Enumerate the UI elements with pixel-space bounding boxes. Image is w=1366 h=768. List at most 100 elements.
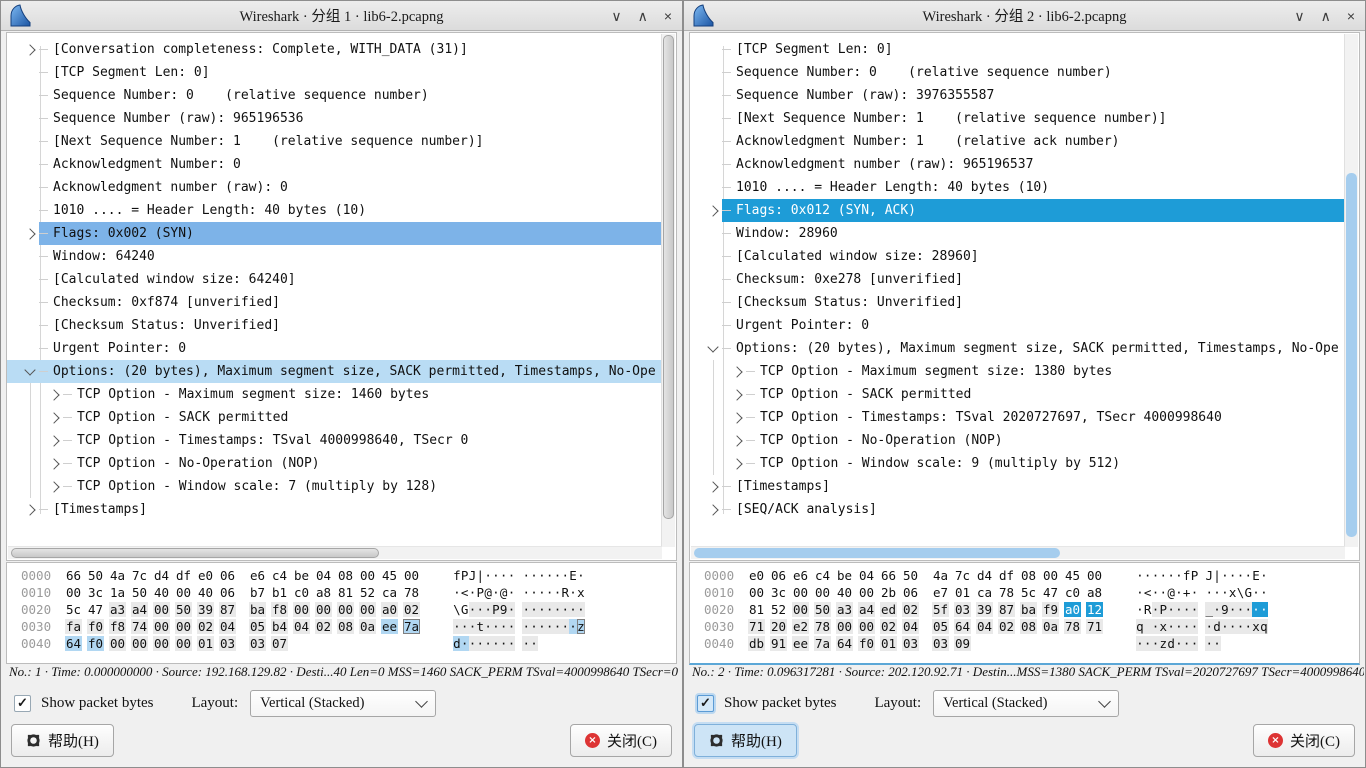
tree-row[interactable]: Checksum: 0xf874 [unverified] xyxy=(7,291,661,314)
tree-row[interactable]: TCP Option - SACK permitted xyxy=(690,383,1344,406)
hex-ascii-char[interactable]: · xyxy=(554,619,562,634)
expander-right-icon[interactable] xyxy=(728,429,746,452)
tree-row[interactable]: [Conversation completeness: Complete, WI… xyxy=(7,38,661,61)
hex-ascii-char[interactable]: x xyxy=(1229,585,1237,600)
hex-ascii-char[interactable]: d xyxy=(1213,619,1221,634)
hex-ascii-char[interactable]: · xyxy=(577,568,585,583)
hex-byte[interactable]: 81 xyxy=(337,585,354,600)
tree-row[interactable]: 1010 .... = Header Length: 40 bytes (10) xyxy=(690,176,1344,199)
expander-right-icon[interactable] xyxy=(21,222,39,245)
hex-byte[interactable]: 04 xyxy=(858,568,875,583)
hex-ascii-char[interactable]: · xyxy=(1152,636,1160,651)
hex-ascii-char[interactable]: · xyxy=(508,619,516,634)
expander-right-icon[interactable] xyxy=(45,406,63,429)
hex-byte[interactable]: 7a xyxy=(403,619,420,634)
hex-ascii-char[interactable]: · xyxy=(530,568,538,583)
close-window-icon[interactable]: × xyxy=(1347,9,1355,23)
hex-byte[interactable]: 08 xyxy=(337,619,354,634)
hex-ascii-char[interactable]: · xyxy=(546,602,554,617)
titlebar[interactable]: Wireshark · 分组 1 · lib6-2.pcapng ∨ ∧ × xyxy=(1,1,682,31)
hex-ascii-char[interactable]: · xyxy=(492,636,500,651)
hex-ascii-char[interactable]: · xyxy=(1213,585,1221,600)
tree-vertical-scrollbar[interactable] xyxy=(661,34,675,547)
expander-right-icon[interactable] xyxy=(728,383,746,406)
hex-byte[interactable]: 01 xyxy=(197,636,214,651)
hex-ascii-char[interactable]: · xyxy=(1191,636,1199,651)
hex-byte[interactable]: 00 xyxy=(293,602,310,617)
hex-ascii-char[interactable]: · xyxy=(508,602,516,617)
hex-ascii-char[interactable]: · xyxy=(522,568,530,583)
hex-ascii-char[interactable]: · xyxy=(1205,636,1213,651)
scrollbar-handle[interactable] xyxy=(663,35,674,519)
hex-ascii-char[interactable]: · xyxy=(530,636,538,651)
hex-byte[interactable]: 02 xyxy=(880,619,897,634)
hex-byte[interactable]: df xyxy=(998,568,1015,583)
hex-byte[interactable]: 00 xyxy=(315,602,332,617)
hex-byte[interactable]: 00 xyxy=(792,602,809,617)
minimize-icon[interactable]: ∨ xyxy=(1294,9,1304,23)
hex-ascii-char[interactable]: · xyxy=(1237,619,1245,634)
hex-byte[interactable]: 04 xyxy=(219,619,236,634)
hex-byte[interactable]: 78 xyxy=(1064,619,1081,634)
hex-ascii-char[interactable]: · xyxy=(1183,636,1191,651)
hex-ascii-char[interactable]: · xyxy=(538,619,546,634)
hex-ascii-char[interactable]: E xyxy=(1252,568,1260,583)
hex-byte[interactable]: 2b xyxy=(880,585,897,600)
hex-ascii-char[interactable]: + xyxy=(1183,585,1191,600)
tree-row[interactable]: Window: 64240 xyxy=(7,245,661,268)
tree-horizontal-scrollbar[interactable] xyxy=(8,546,662,559)
hex-ascii-char[interactable]: · xyxy=(1167,619,1175,634)
hex-byte[interactable]: 12 xyxy=(1086,602,1103,617)
hex-ascii-char[interactable]: @ xyxy=(1167,585,1175,600)
expander-right-icon[interactable] xyxy=(45,452,63,475)
tree-row[interactable]: [Checksum Status: Unverified] xyxy=(7,314,661,337)
hex-byte[interactable]: 03 xyxy=(932,636,949,651)
hex-ascii-char[interactable]: · xyxy=(1252,602,1260,617)
hex-byte[interactable]: 00 xyxy=(153,619,170,634)
hex-ascii-char[interactable]: · xyxy=(546,585,554,600)
hex-byte[interactable]: 00 xyxy=(109,636,126,651)
hex-byte[interactable]: 04 xyxy=(976,619,993,634)
hex-ascii-char[interactable]: f xyxy=(1183,568,1191,583)
hex-ascii-char[interactable]: · xyxy=(1175,585,1183,600)
close-button[interactable]: × 关闭(C) xyxy=(570,724,672,757)
hex-ascii-char[interactable]: P xyxy=(492,602,500,617)
hex-ascii-char[interactable]: · xyxy=(500,568,508,583)
hex-byte[interactable]: 01 xyxy=(880,636,897,651)
tree-row[interactable]: 1010 .... = Header Length: 40 bytes (10) xyxy=(7,199,661,222)
hex-byte[interactable]: 5c xyxy=(1020,585,1037,600)
hex-ascii-char[interactable]: · xyxy=(1136,568,1144,583)
expander-right-icon[interactable] xyxy=(21,498,39,521)
hex-byte[interactable]: f0 xyxy=(87,636,104,651)
hex-byte[interactable]: 78 xyxy=(403,585,420,600)
hex-ascii-char[interactable]: x xyxy=(577,585,585,600)
hex-ascii-char[interactable]: · xyxy=(453,585,461,600)
hex-byte[interactable]: 00 xyxy=(858,585,875,600)
hex-ascii-char[interactable]: · xyxy=(469,619,477,634)
hex-ascii-char[interactable]: · xyxy=(1244,602,1252,617)
hex-byte[interactable]: e0 xyxy=(748,568,765,583)
hex-byte[interactable]: 03 xyxy=(219,636,236,651)
hex-byte[interactable]: 00 xyxy=(1086,568,1103,583)
hex-byte[interactable]: e6 xyxy=(792,568,809,583)
tree-row[interactable]: TCP Option - SACK permitted xyxy=(7,406,661,429)
hex-byte[interactable]: 02 xyxy=(998,619,1015,634)
hex-byte[interactable]: ee xyxy=(792,636,809,651)
tree-row[interactable]: [Timestamps] xyxy=(7,498,661,521)
hex-ascii-char[interactable]: · xyxy=(1229,568,1237,583)
hex-byte[interactable]: 64 xyxy=(65,636,82,651)
hex-byte[interactable]: 7a xyxy=(814,636,831,651)
hex-ascii-char[interactable]: @ xyxy=(484,585,492,600)
tree-row[interactable]: Flags: 0x002 (SYN) xyxy=(7,222,661,245)
expander-down-icon[interactable] xyxy=(704,337,722,360)
hex-ascii-char[interactable]: < xyxy=(461,585,469,600)
hex-ascii-char[interactable]: \ xyxy=(453,602,461,617)
hex-byte[interactable]: 00 xyxy=(836,619,853,634)
tree-row[interactable]: Acknowledgment number (raw): 965196537 xyxy=(690,153,1344,176)
hex-byte[interactable]: 64 xyxy=(836,636,853,651)
hex-ascii-char[interactable]: · xyxy=(538,585,546,600)
hex-byte[interactable]: 3c xyxy=(770,585,787,600)
expander-right-icon[interactable] xyxy=(45,383,63,406)
hex-ascii-char[interactable]: · xyxy=(1191,602,1199,617)
hex-byte[interactable]: fa xyxy=(65,619,82,634)
